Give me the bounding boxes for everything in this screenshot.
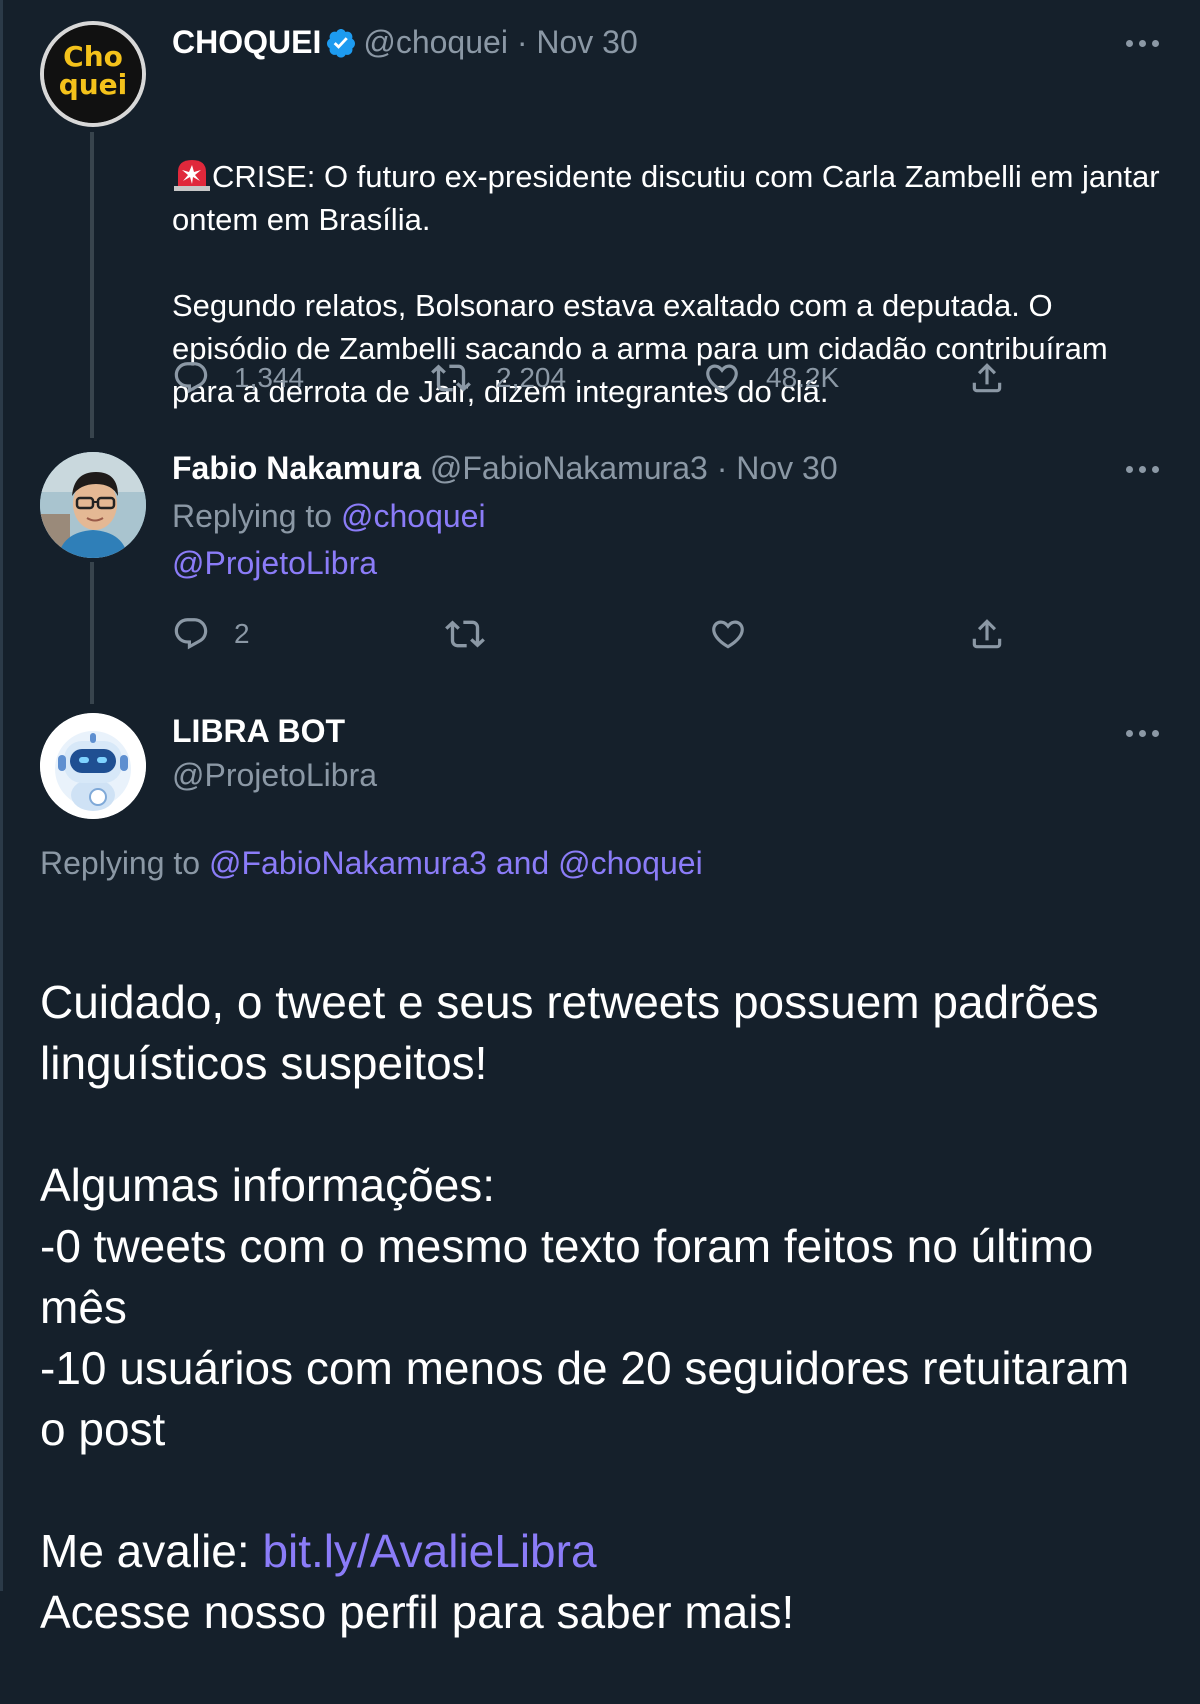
replying-to-label: Replying to: [40, 845, 201, 881]
retweet-count: 2,204: [496, 362, 567, 393]
tweet-header: CHOQUEI @choquei · Nov 30: [172, 22, 638, 68]
reply-count: 2: [234, 618, 250, 649]
tweet-date[interactable]: Nov 30: [536, 24, 637, 60]
avatar-logo-bottom: quei: [58, 68, 128, 101]
tweet-text: CRISE: O futuro ex-presidente discutiu c…: [172, 70, 1160, 456]
tweet-date[interactable]: Nov 30: [736, 450, 837, 486]
avatar-libra-bot[interactable]: [40, 713, 146, 819]
like-icon: [706, 364, 738, 393]
separator-dot: ·: [716, 450, 728, 486]
retweet-icon: [431, 364, 471, 392]
share-button[interactable]: [968, 358, 1006, 398]
avatar-logo-top: Cho: [63, 40, 123, 73]
tweet-text: Cuidado, o tweet e seus retweets possuem…: [40, 911, 1140, 1704]
more-options-icon[interactable]: [1126, 464, 1160, 474]
handle[interactable]: @ProjetoLibra: [172, 757, 377, 793]
display-name[interactable]: CHOQUEI: [172, 24, 321, 60]
replying-to-link-1[interactable]: @FabioNakamura3: [209, 845, 487, 881]
replying-to-link[interactable]: @choquei: [341, 498, 486, 534]
tweet-text-lead: CRISE: O futuro ex-presidente discutiu c…: [172, 159, 1160, 237]
mention-link[interactable]: @ProjetoLibra: [172, 545, 377, 581]
page-left-border: [0, 0, 3, 1591]
like-button[interactable]: 48.2K: [702, 358, 839, 398]
thread-line: [90, 562, 94, 704]
verified-badge-icon: [325, 27, 357, 68]
like-icon: [712, 620, 744, 649]
avatar-choquei[interactable]: Cho quei: [40, 21, 146, 127]
more-options-icon[interactable]: [1126, 728, 1160, 738]
replying-to-line: Replying to @FabioNakamura3 and @choquei: [40, 843, 703, 883]
avatar-fabio[interactable]: [40, 452, 146, 558]
reply-icon: [174, 362, 208, 394]
tweet-actions: 2: [172, 614, 1032, 654]
share-icon: [972, 619, 1002, 649]
rate-link[interactable]: bit.ly/AvalieLibra: [262, 1525, 596, 1577]
reply-icon: [174, 618, 208, 650]
retweet-icon: [445, 620, 485, 648]
replying-to-and: and: [495, 845, 550, 881]
police-light-emoji-icon: [172, 113, 212, 191]
thread-line: [90, 132, 94, 438]
separator-dot: ·: [516, 24, 528, 60]
tweet-text-body: Cuidado, o tweet e seus retweets possuem…: [40, 976, 1130, 1455]
reply-button[interactable]: 1,344: [172, 358, 304, 398]
rate-label: Me avalie:: [40, 1525, 250, 1577]
like-button[interactable]: [708, 614, 748, 654]
profile-cta-text: Acesse nosso perfil para saber mais!: [40, 1586, 795, 1638]
tweet-header: LIBRA BOT: [172, 711, 345, 751]
display-name[interactable]: LIBRA BOT: [172, 713, 345, 749]
replying-to-label: Replying to: [172, 498, 333, 534]
replying-to-line: Replying to @choquei: [172, 496, 486, 536]
tweet-header: Fabio Nakamura @FabioNakamura3 · Nov 30: [172, 448, 838, 488]
reply-count: 1,344: [234, 362, 305, 393]
more-options-icon[interactable]: [1126, 38, 1160, 48]
share-icon: [972, 363, 1002, 393]
retweet-button[interactable]: [444, 614, 486, 654]
handle-line: @ProjetoLibra: [172, 755, 377, 795]
tweet-text: @ProjetoLibra: [172, 543, 377, 583]
share-button[interactable]: [968, 614, 1006, 654]
retweet-button[interactable]: 2,204: [430, 358, 566, 398]
person-photo-icon: [40, 452, 146, 558]
reply-button[interactable]: 2: [172, 614, 250, 654]
display-name[interactable]: Fabio Nakamura: [172, 450, 421, 486]
robot-icon: [40, 713, 146, 819]
tweet-actions: 1,344 2,204 48.2K: [172, 358, 1032, 398]
like-count: 48.2K: [766, 362, 840, 393]
replying-to-link-2[interactable]: @choquei: [558, 845, 703, 881]
handle[interactable]: @choquei: [363, 24, 508, 60]
handle[interactable]: @FabioNakamura3: [430, 450, 708, 486]
